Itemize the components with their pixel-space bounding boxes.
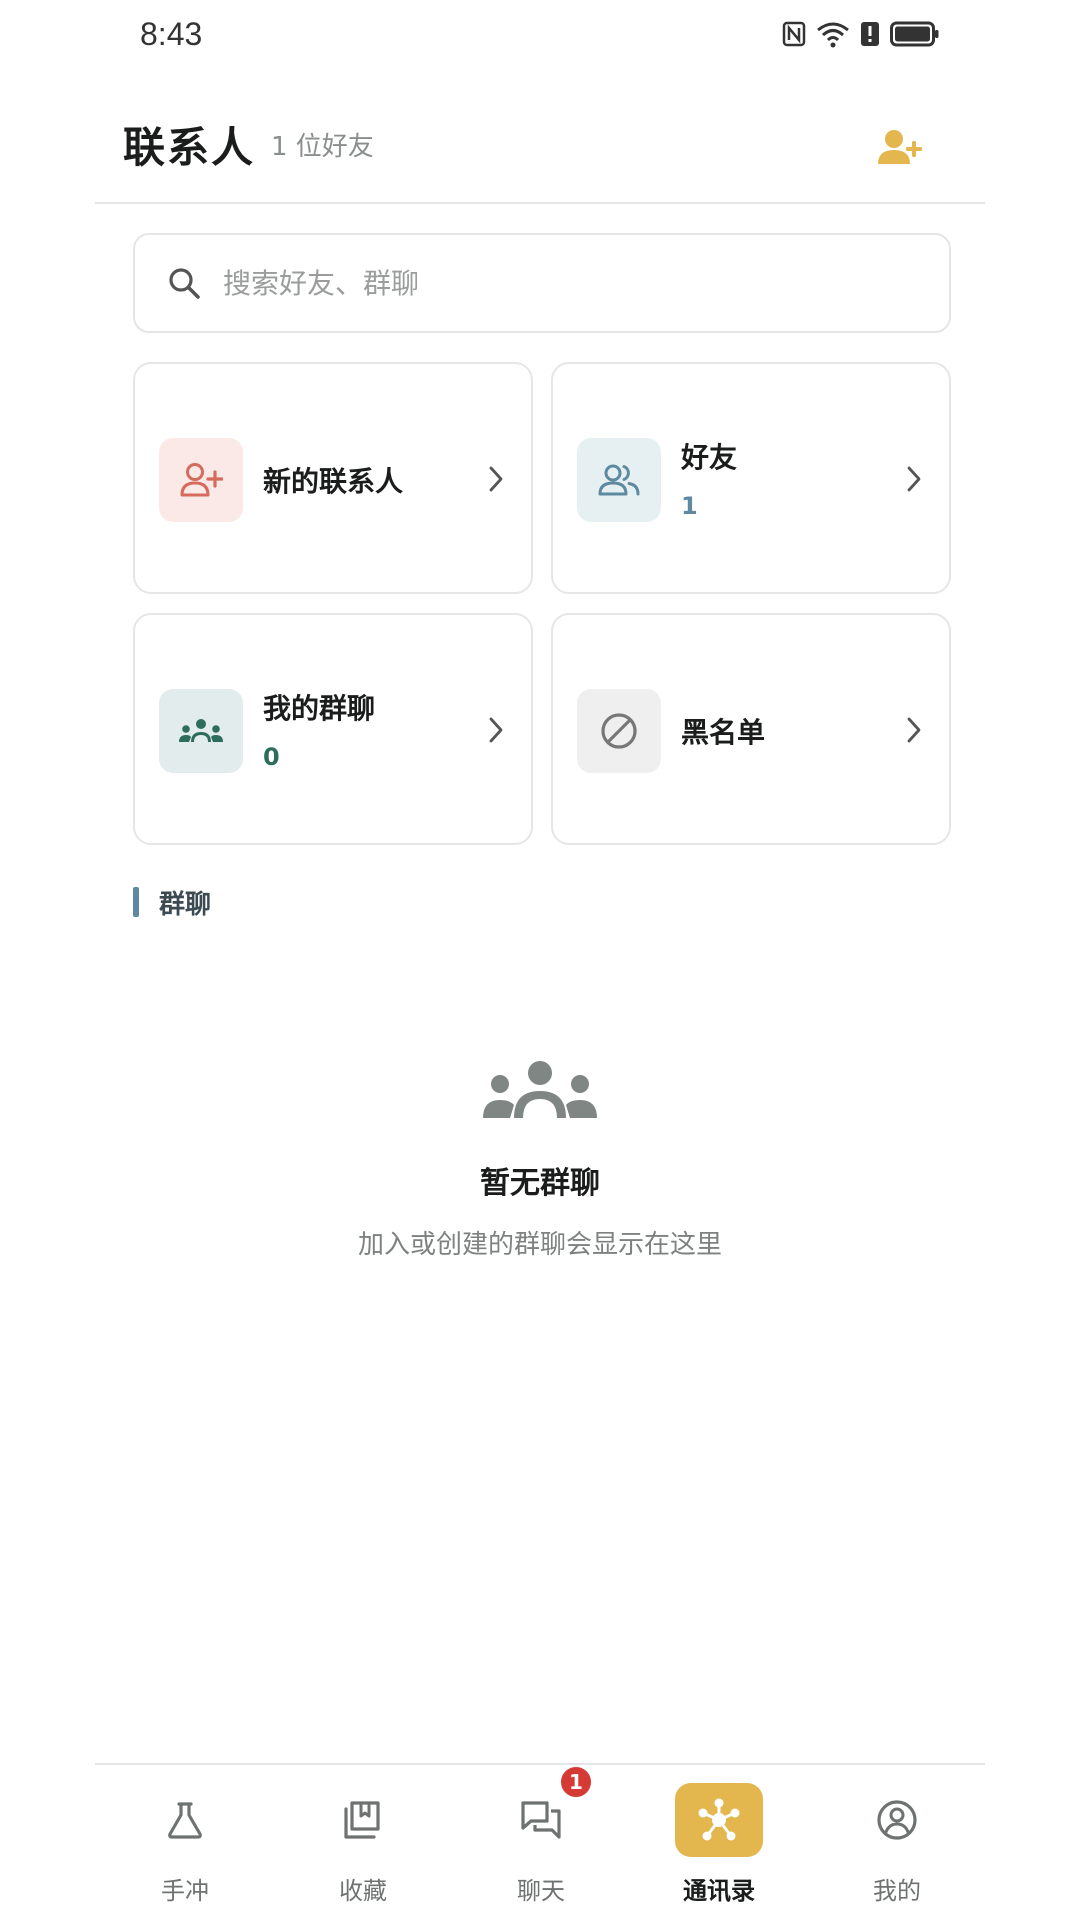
nav-item-favorites[interactable]: 收藏 — [293, 1783, 433, 1913]
add-user-icon — [180, 463, 223, 497]
chevron-right-icon — [489, 466, 503, 492]
group-icon — [483, 1061, 597, 1118]
contacts-page: 8:43 联系人 1 位好友 搜索好友、群聊 新的联系人 好友 1 我的群聊 0… — [0, 0, 1080, 1920]
my-groups-icon-box — [159, 689, 243, 773]
add-user-icon — [878, 130, 922, 164]
friends-count: 1 — [681, 492, 698, 520]
nav-icon-wrap — [141, 1783, 229, 1857]
search-icon — [169, 268, 200, 299]
chevron-right-icon — [907, 717, 921, 743]
block-icon — [601, 713, 637, 749]
status-icons — [782, 20, 940, 48]
section-accent-bar — [133, 887, 139, 917]
friends-card[interactable]: 好友 1 — [551, 362, 951, 594]
new-contacts-card[interactable]: 新的联系人 — [133, 362, 533, 594]
new-contacts-icon-box — [159, 438, 243, 522]
friends-label: 好友 — [681, 441, 738, 474]
section-label: 群聊 — [159, 889, 212, 920]
alert-icon — [861, 22, 879, 46]
empty-title: 暂无群聊 — [480, 1166, 600, 1201]
nav-label: 手冲 — [161, 1877, 209, 1905]
chevron-right-icon — [907, 466, 921, 492]
status-time: 8:43 — [140, 16, 203, 52]
nav-icon-wrap — [675, 1783, 763, 1857]
blacklist-icon-box — [577, 689, 661, 773]
nav-item-chat[interactable]: 1 聊天 — [471, 1765, 611, 1913]
nav-icon-wrap — [853, 1783, 941, 1857]
friends-icon-box — [577, 438, 661, 522]
user-circle-icon — [877, 1800, 917, 1840]
search-box[interactable] — [133, 233, 951, 333]
users-icon — [598, 464, 640, 496]
blacklist-label: 黑名单 — [681, 716, 766, 749]
my-groups-card[interactable]: 我的群聊 0 — [133, 613, 533, 845]
wifi-icon — [817, 22, 849, 48]
blacklist-card[interactable]: 黑名单 — [551, 613, 951, 845]
flask-icon — [168, 1802, 202, 1839]
nav-label: 聊天 — [517, 1877, 565, 1905]
nav-icon-wrap: 1 — [497, 1765, 593, 1857]
nav-label: 通讯录 — [683, 1877, 755, 1905]
my-groups-label: 我的群聊 — [263, 692, 376, 725]
nav-label: 收藏 — [339, 1877, 387, 1905]
chat-icon — [521, 1801, 561, 1839]
search-input[interactable] — [223, 266, 863, 300]
friend-count: 1 位好友 — [271, 132, 374, 162]
bookmark-icon — [344, 1801, 380, 1839]
chevron-right-icon — [489, 717, 503, 743]
empty-state: 暂无群聊 加入或创建的群聊会显示在这里 — [0, 1060, 1080, 1261]
nfc-icon — [782, 21, 806, 47]
new-contacts-label: 新的联系人 — [263, 465, 404, 498]
header: 联系人 1 位好友 — [95, 96, 985, 204]
nav-label: 我的 — [873, 1877, 921, 1905]
nav-icon-wrap — [319, 1783, 407, 1857]
page-title: 联系人 — [123, 123, 256, 172]
add-friend-button[interactable] — [870, 118, 930, 178]
nav-item-contacts[interactable]: 通讯录 — [649, 1783, 789, 1913]
nav-item-pour-over[interactable]: 手冲 — [115, 1783, 255, 1913]
status-bar: 8:43 — [0, 0, 1080, 72]
group-chats-section-heading: 群聊 — [133, 886, 212, 920]
bottom-nav: 手冲 收藏 1 聊天 通讯录 我的 — [95, 1763, 985, 1920]
my-groups-count: 0 — [263, 743, 280, 771]
unread-badge: 1 — [559, 1765, 593, 1799]
battery-icon — [890, 21, 939, 47]
empty-description: 加入或创建的群聊会显示在这里 — [357, 1230, 722, 1260]
nav-item-profile[interactable]: 我的 — [827, 1783, 967, 1913]
network-icon — [698, 1798, 740, 1841]
group-icon — [179, 719, 223, 742]
